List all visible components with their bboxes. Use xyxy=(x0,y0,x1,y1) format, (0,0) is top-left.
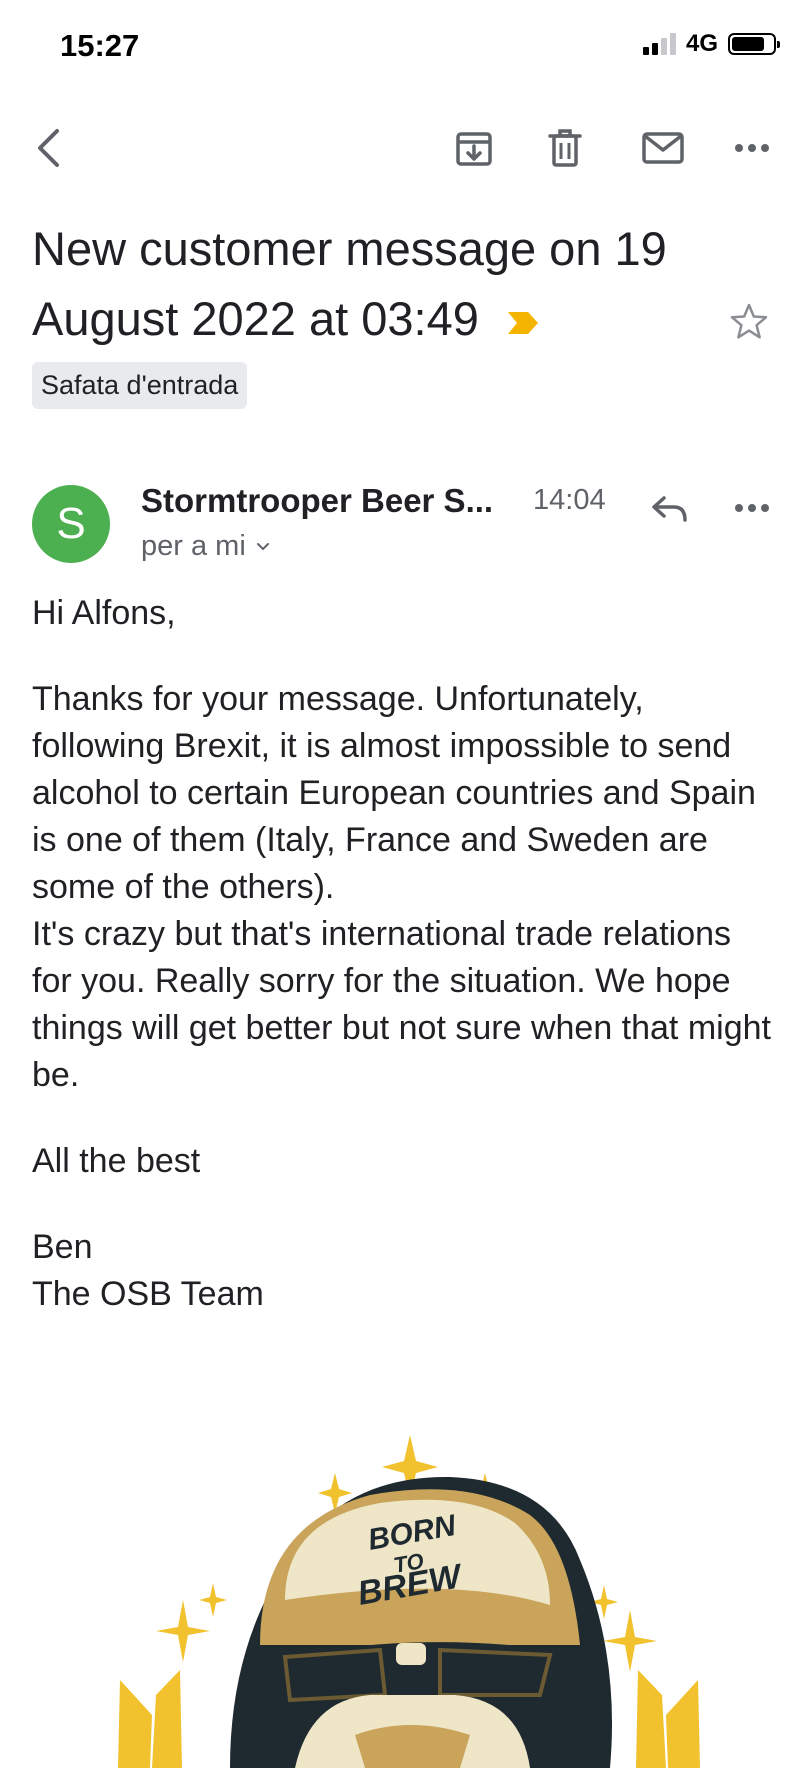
status-indicators: 4G xyxy=(642,30,780,58)
more-icon xyxy=(735,504,769,512)
more-icon xyxy=(735,144,769,152)
message-time: 14:04 xyxy=(533,484,606,516)
email-subject: New customer message on 19 August 2022 a… xyxy=(32,214,732,354)
back-icon xyxy=(38,129,59,167)
back-button[interactable] xyxy=(18,118,78,178)
archive-button[interactable] xyxy=(444,118,504,178)
battery-icon xyxy=(728,33,780,55)
importance-marker-icon[interactable] xyxy=(506,310,540,336)
sender-name[interactable]: Stormtrooper Beer S... xyxy=(141,482,511,520)
status-time: 15:27 xyxy=(60,28,140,63)
body-paragraph: Thanks for your message. Unfortunately, … xyxy=(32,680,756,906)
recipient-details-toggle[interactable]: per a mi xyxy=(141,530,270,563)
email-body: Hi Alfons, Thanks for your message. Unfo… xyxy=(32,590,772,1318)
signature-team: The OSB Team xyxy=(32,1275,264,1313)
email-subject-text: New customer message on 19 August 2022 a… xyxy=(32,222,667,345)
inbox-label-chip[interactable]: Safata d'entrada xyxy=(32,362,248,409)
sender-avatar[interactable]: S xyxy=(32,485,110,563)
signature-name: Ben xyxy=(32,1228,93,1266)
recipient-label: per a mi xyxy=(141,530,246,562)
trash-icon xyxy=(548,129,582,167)
chevron-down-icon xyxy=(256,542,269,550)
archive-icon xyxy=(456,132,492,166)
signal-icon xyxy=(642,33,676,55)
message-more-button[interactable] xyxy=(722,478,782,538)
body-paragraph: It's crazy but that's international trad… xyxy=(32,915,771,1094)
star-button[interactable] xyxy=(729,302,769,347)
mark-unread-button[interactable] xyxy=(633,118,693,178)
greeting: Hi Alfons, xyxy=(32,594,176,632)
network-label: 4G xyxy=(685,30,718,57)
reply-button[interactable] xyxy=(640,478,700,538)
closing: All the best xyxy=(32,1142,201,1180)
mail-icon xyxy=(642,132,684,164)
stormtrooper-helmet-icon: BORN TO BREW xyxy=(230,1476,612,1768)
reply-icon xyxy=(652,496,687,522)
star-icon xyxy=(730,303,768,339)
delete-button[interactable] xyxy=(535,118,595,178)
brand-logo-image: BORN TO BREW xyxy=(110,1395,710,1773)
more-options-button[interactable] xyxy=(722,118,782,178)
